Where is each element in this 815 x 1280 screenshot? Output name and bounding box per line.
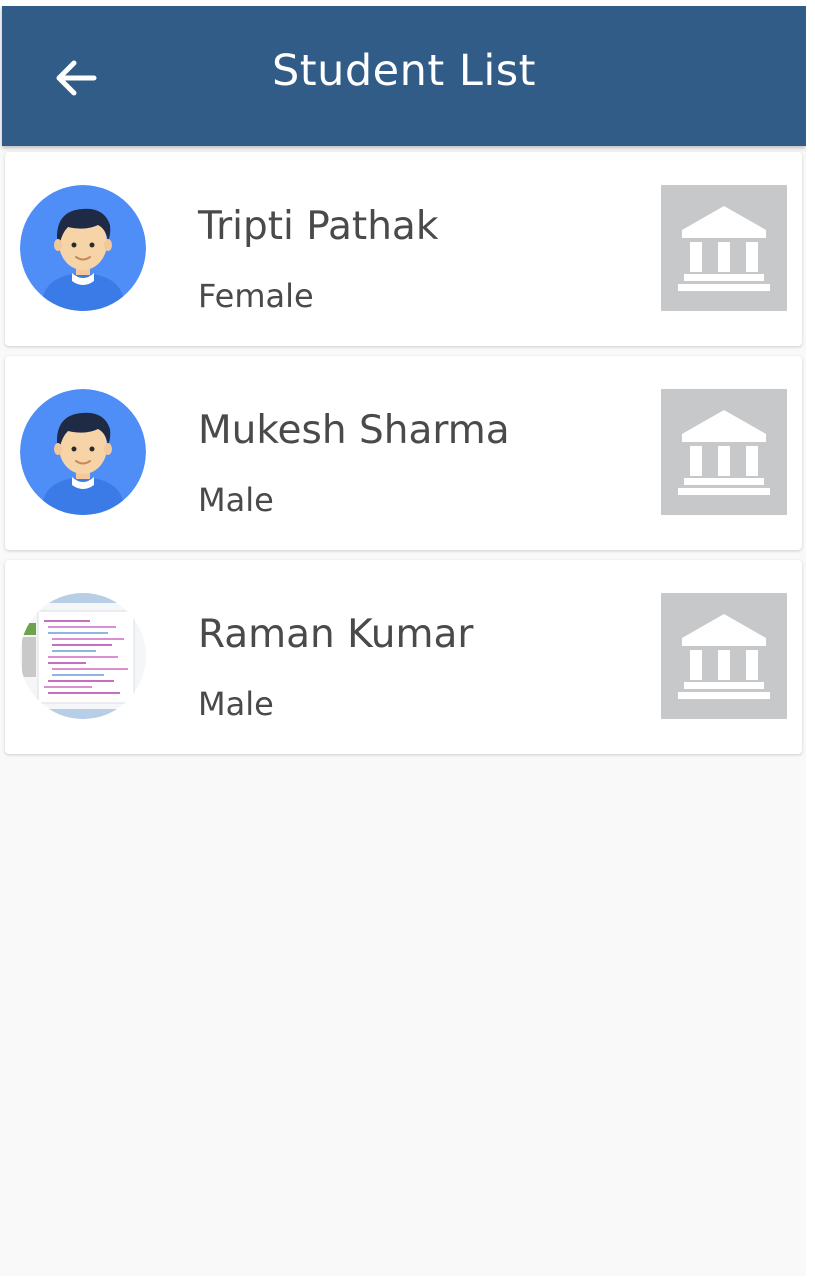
student-card[interactable]: Tripti Pathak Female (5, 152, 802, 346)
student-name: Raman Kumar (198, 612, 474, 657)
student-list-screen: Student List Tripti Pathak Female Mukesh… (0, 6, 806, 1276)
student-name: Mukesh Sharma (198, 408, 510, 453)
app-bar: Student List (2, 6, 806, 146)
student-card[interactable]: Raman Kumar Male (5, 560, 802, 754)
boy-avatar-icon (20, 389, 146, 515)
bank-button[interactable] (661, 389, 787, 515)
bank-building-icon (678, 206, 770, 291)
student-gender: Male (198, 685, 274, 723)
bank-building-icon (678, 614, 770, 699)
student-gender: Female (198, 277, 314, 315)
student-list: Tripti Pathak Female Mukesh Sharma Male … (5, 152, 802, 764)
bank-building-icon (678, 410, 770, 495)
student-gender: Male (198, 481, 274, 519)
student-card[interactable]: Mukesh Sharma Male (5, 356, 802, 550)
photo-thumbnail (20, 593, 146, 719)
boy-avatar-icon (20, 185, 146, 311)
student-name: Tripti Pathak (198, 204, 439, 249)
page-title: Student List (271, 46, 537, 96)
bank-button[interactable] (661, 185, 787, 311)
bank-button[interactable] (661, 593, 787, 719)
